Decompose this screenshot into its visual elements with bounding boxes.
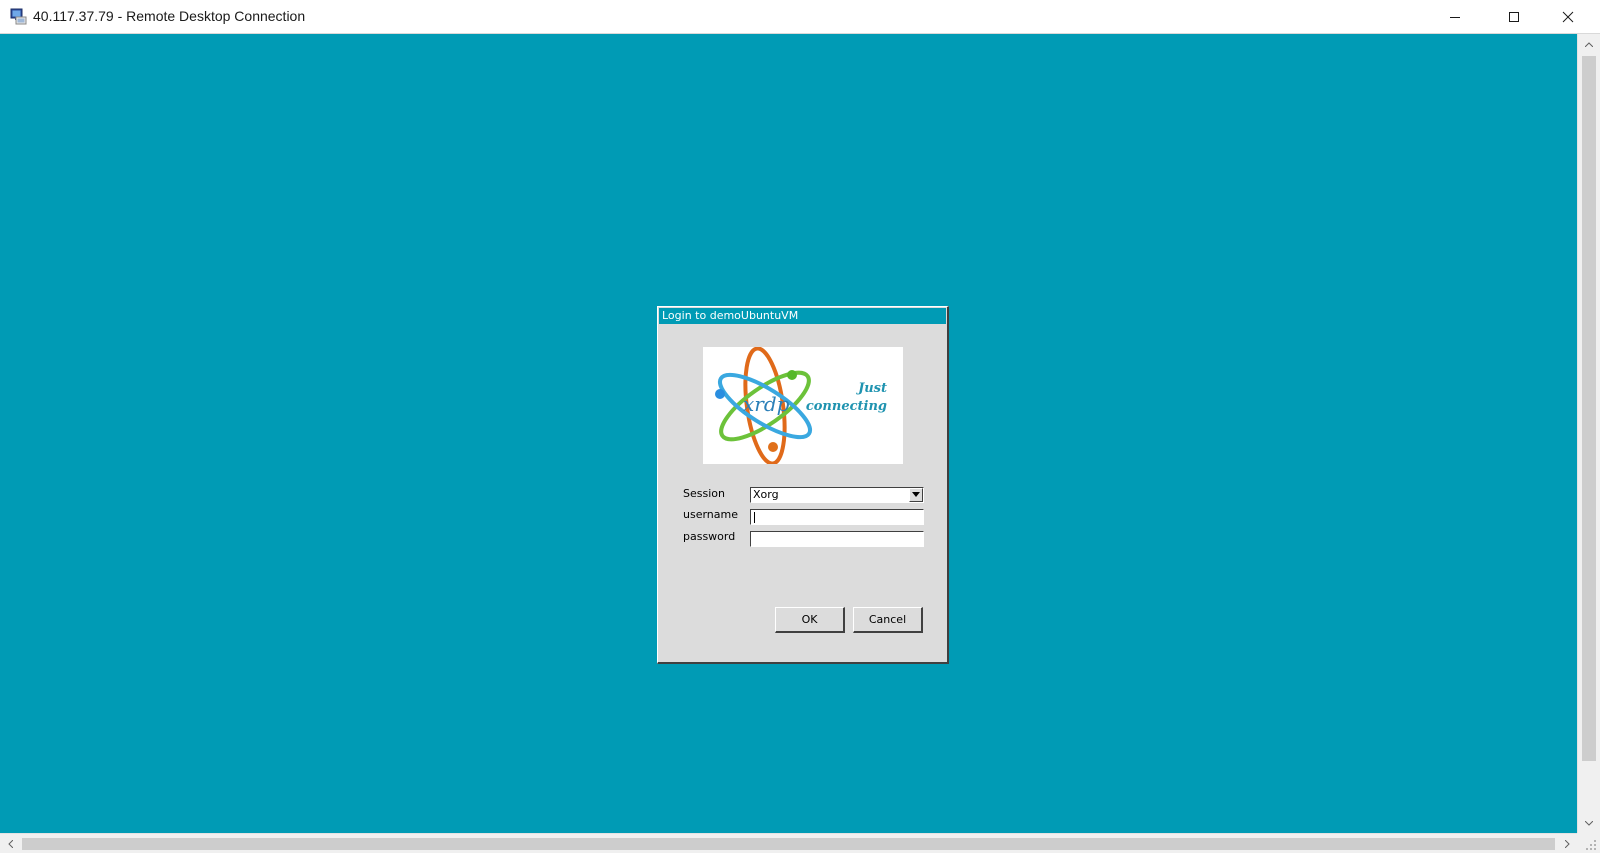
ok-button[interactable]: OK <box>775 607 845 633</box>
dialog-title: Login to demoUbuntuVM <box>659 308 946 324</box>
logo-tagline-line1: Just <box>855 381 887 396</box>
username-input[interactable] <box>750 509 924 525</box>
logo-brand-text: xrdp <box>743 392 790 416</box>
minimize-icon <box>1450 17 1460 18</box>
scroll-left-button[interactable] <box>0 834 20 853</box>
login-dialog: Login to demoUbuntuVM xrdp Just connecti… <box>657 306 949 664</box>
chevron-left-icon <box>7 839 13 848</box>
scroll-down-button[interactable] <box>1578 813 1600 833</box>
session-label: Session <box>683 487 725 500</box>
logo-tagline-line2: connecting <box>806 399 887 414</box>
scroll-up-button[interactable] <box>1578 34 1600 54</box>
vertical-scrollbar[interactable] <box>1577 34 1600 833</box>
dropdown-arrow-button[interactable] <box>909 488 923 502</box>
password-input[interactable] <box>750 531 924 547</box>
maximize-icon <box>1509 12 1519 22</box>
remote-desktop-surface[interactable]: Login to demoUbuntuVM xrdp Just connecti… <box>0 34 1577 833</box>
window-title: 40.117.37.79 - Remote Desktop Connection <box>33 8 306 24</box>
maximize-button[interactable] <box>1491 0 1537 34</box>
resize-grip-icon[interactable] <box>1577 833 1600 853</box>
minimize-button[interactable] <box>1432 0 1478 34</box>
horizontal-scrollbar[interactable] <box>0 833 1577 853</box>
cancel-button[interactable]: Cancel <box>853 607 923 633</box>
chevron-right-icon <box>1564 839 1570 848</box>
session-select-value: Xorg <box>753 488 779 501</box>
close-icon <box>1562 11 1574 23</box>
horizontal-scroll-thumb[interactable] <box>22 838 1555 850</box>
password-label: password <box>683 530 736 543</box>
chevron-down-icon <box>1585 820 1593 826</box>
xrdp-logo: xrdp Just connecting <box>703 347 903 464</box>
session-select[interactable]: Xorg <box>750 487 924 503</box>
username-label: username <box>683 508 738 521</box>
close-button[interactable] <box>1545 0 1591 34</box>
text-caret <box>754 512 755 523</box>
vertical-scroll-thumb[interactable] <box>1582 56 1596 761</box>
window-title-bar: 40.117.37.79 - Remote Desktop Connection <box>0 0 1600 34</box>
chevron-down-icon <box>912 492 920 497</box>
scroll-right-button[interactable] <box>1557 834 1577 853</box>
remote-desktop-icon[interactable] <box>10 8 28 26</box>
chevron-up-icon <box>1585 41 1593 47</box>
